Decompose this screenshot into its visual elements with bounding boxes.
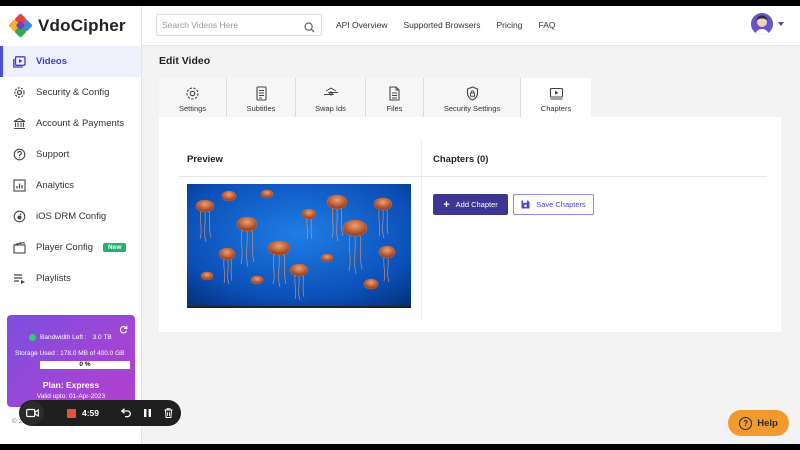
sidebar-item-label: iOS DRM Config — [36, 211, 107, 222]
jellyfish-thumbnail — [187, 184, 411, 306]
help-icon: ? — [739, 416, 753, 430]
file-icon — [389, 86, 400, 101]
tab-swap-ids[interactable]: Swap Ids — [296, 78, 366, 117]
document-icon — [255, 86, 267, 101]
tab-security-settings[interactable]: Security Settings — [424, 78, 521, 117]
sidebar-item-label: Support — [36, 149, 70, 160]
undo-icon[interactable] — [120, 408, 131, 418]
bandwidth-label: Bandwidth Left : — [40, 334, 87, 341]
bandwidth-value: 3.0 TB — [92, 334, 112, 341]
tab-subtitles[interactable]: Subtitles — [227, 78, 296, 117]
ios-icon — [12, 210, 26, 224]
tab-label: Chapters — [540, 104, 572, 113]
link-api-overview[interactable]: API Overview — [336, 20, 388, 30]
plan-name: Plan: Express — [42, 380, 100, 390]
swap-icon — [323, 87, 338, 96]
shield-lock-icon — [466, 86, 478, 101]
top-nav: API Overview Supported Browsers Pricing … — [336, 20, 572, 30]
camera-icon[interactable] — [20, 401, 44, 425]
video-preview[interactable] — [187, 184, 411, 308]
divider — [179, 176, 767, 177]
trash-icon[interactable] — [164, 408, 173, 418]
help-button[interactable]: ? Help — [728, 410, 789, 436]
sidebar-item-label: Analytics — [36, 180, 75, 191]
screen-recorder-bar: 4:59 — [19, 400, 181, 426]
tab-label: Subtitles — [246, 104, 276, 113]
chapters-panel: Preview Chapters (0) + Add Chapter Save … — [159, 117, 781, 332]
sidebar-item-label: Videos — [36, 56, 67, 67]
plan-valid-until: Valid upto: 01-Apr-2023 — [36, 393, 106, 400]
tab-files[interactable]: Files — [366, 78, 424, 117]
chevron-down-icon[interactable] — [778, 22, 784, 26]
tab-label: Settings — [178, 104, 207, 113]
storage-used-text: Storage Used : 178.0 MB of 400.0 GB — [15, 350, 125, 357]
gear-icon — [186, 87, 199, 100]
sidebar-item-support[interactable]: Support — [0, 139, 141, 170]
avatar[interactable] — [751, 13, 773, 35]
search-icon[interactable] — [304, 20, 315, 38]
divider — [421, 141, 422, 319]
tab-settings[interactable]: Settings — [159, 78, 227, 117]
sidebar-item-account-payments[interactable]: Account & Payments — [0, 108, 141, 139]
edit-video-tabs: Settings Subtitles Swap Ids Files Securi… — [159, 78, 591, 117]
app-frame: VdoCipher Videos Security & Config Accou… — [0, 6, 800, 444]
sidebar-item-label: Player Config — [36, 242, 94, 253]
bar-chart-icon — [12, 179, 26, 193]
gear-icon — [12, 86, 26, 100]
add-chapter-label: Add Chapter — [455, 200, 498, 209]
clapperboard-icon — [12, 241, 26, 255]
playlist-icon — [12, 272, 26, 286]
pause-icon[interactable] — [143, 408, 152, 418]
preview-title: Preview — [187, 154, 223, 165]
sidebar-item-security-config[interactable]: Security & Config — [0, 77, 141, 108]
brand-logo[interactable]: VdoCipher — [8, 13, 126, 39]
topbar: API Overview Supported Browsers Pricing … — [142, 6, 800, 46]
search-box — [156, 14, 322, 36]
recording-timer: 4:59 — [82, 408, 100, 418]
tab-chapters[interactable]: Chapters — [521, 78, 591, 117]
save-icon — [521, 200, 530, 209]
save-chapters-button[interactable]: Save Chapters — [513, 194, 594, 215]
link-supported-browsers[interactable]: Supported Browsers — [404, 20, 481, 30]
video-library-icon — [12, 55, 26, 69]
tab-label: Security Settings — [443, 104, 501, 113]
refresh-icon[interactable] — [119, 321, 128, 339]
bandwidth-row: Bandwidth Left : 3.0 TB — [40, 334, 112, 341]
search-input[interactable] — [162, 20, 300, 30]
sidebar-nav: Videos Security & Config Account & Payme… — [0, 46, 141, 294]
stop-recording-button[interactable] — [67, 408, 76, 418]
storage-progress-bar: 0 % — [40, 361, 130, 369]
help-circle-icon — [12, 148, 26, 162]
bank-icon — [12, 117, 26, 131]
chapters-title: Chapters (0) — [433, 154, 489, 165]
vdocipher-logo-icon — [8, 13, 33, 38]
tab-label: Files — [386, 104, 403, 113]
sidebar-item-label: Playlists — [36, 273, 71, 284]
brand-name: VdoCipher — [38, 16, 126, 35]
sidebar-item-label: Security & Config — [36, 87, 110, 98]
sidebar-item-playlists[interactable]: Playlists — [0, 263, 141, 294]
sidebar: VdoCipher Videos Security & Config Accou… — [0, 6, 142, 444]
plan-card: Bandwidth Left : 3.0 TB Storage Used : 1… — [7, 315, 135, 407]
sidebar-item-player-config[interactable]: Player Config New — [0, 232, 141, 263]
sidebar-item-videos[interactable]: Videos — [0, 46, 141, 77]
new-badge: New — [103, 243, 127, 252]
page-title: Edit Video — [159, 55, 211, 67]
video-chapter-icon — [549, 87, 563, 100]
save-chapters-label: Save Chapters — [536, 200, 586, 209]
status-dot — [29, 334, 36, 341]
sidebar-item-label: Account & Payments — [36, 118, 125, 129]
sidebar-item-ios-drm-config[interactable]: iOS DRM Config — [0, 201, 141, 232]
add-chapter-button[interactable]: + Add Chapter — [433, 194, 508, 215]
tab-label: Swap Ids — [315, 104, 346, 113]
plus-icon: + — [443, 198, 450, 211]
storage-percent: 0 % — [79, 361, 91, 368]
sidebar-item-analytics[interactable]: Analytics — [0, 170, 141, 201]
link-faq[interactable]: FAQ — [539, 20, 556, 30]
help-label: Help — [757, 417, 778, 429]
link-pricing[interactable]: Pricing — [497, 20, 523, 30]
